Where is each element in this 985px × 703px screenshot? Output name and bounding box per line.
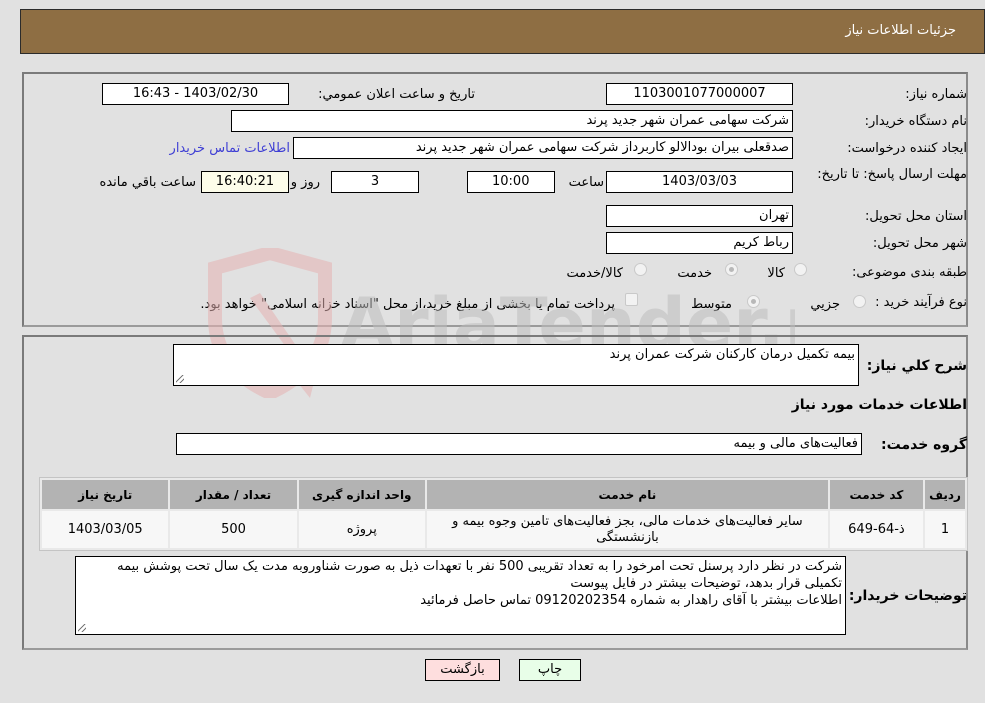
- page-header: جزئیات اطلاعات نیاز: [20, 9, 985, 54]
- cell-need-date: 1403/03/05: [42, 511, 169, 548]
- services-table: ردیف کد خدمت نام خدمت واحد اندازه گیری ت…: [39, 477, 968, 551]
- need-number-label: شماره نیاز:: [905, 87, 967, 102]
- description-textarea[interactable]: بیمه تکمیل درمان کارکنان شرکت عمران پرند: [173, 344, 859, 386]
- service-group-field[interactable]: فعالیت‌های مالی و بیمه: [176, 433, 862, 455]
- cell-row-number: 1: [925, 511, 965, 548]
- treasury-checkbox[interactable]: [625, 293, 638, 306]
- cell-quantity: 500: [170, 511, 297, 548]
- requester-field[interactable]: صدقعلی بیران بودالالو کاربرداز شرکت سهام…: [293, 137, 793, 159]
- purchase-radio-medium[interactable]: [747, 295, 760, 308]
- resize-handle-icon[interactable]: [78, 624, 86, 632]
- buyer-contact-link[interactable]: اطلاعات تماس خریدار: [170, 141, 290, 156]
- announce-datetime-field[interactable]: 1403/02/30 - 16:43: [102, 83, 289, 105]
- remaining-time-field: 16:40:21: [201, 171, 289, 193]
- buyer-notes-textarea[interactable]: شرکت در نظر دارد پرسنل تحت امرخود را به …: [75, 556, 846, 635]
- category-option-goods-service: کالا/خدمت: [566, 266, 623, 281]
- requester-label: ایجاد کننده درخواست:: [847, 141, 967, 156]
- buyer-notes-line-2: اطلاعات بیشتر با آقای راهدار به شماره 09…: [420, 593, 842, 608]
- city-label: شهر محل تحویل:: [872, 236, 967, 251]
- table-header-row: ردیف کد خدمت نام خدمت واحد اندازه گیری ت…: [42, 480, 965, 509]
- purchase-option-medium: متوسط: [691, 297, 732, 312]
- services-heading: اطلاعات خدمات مورد نیاز: [791, 397, 967, 413]
- purchase-radio-minor[interactable]: [853, 295, 866, 308]
- deadline-label: مهلت ارسال پاسخ: تا تاریخ:: [817, 167, 967, 182]
- cell-service-name: سایر فعالیت‌های خدمات مالی، بجز فعالیت‌ه…: [426, 511, 828, 548]
- category-label: طبقه بندی موضوعی:: [851, 265, 967, 280]
- buyer-org-field[interactable]: شرکت سهامی عمران شهر جدید پرند: [231, 110, 793, 132]
- deadline-time-label: ساعت: [568, 175, 604, 190]
- page-title: جزئیات اطلاعات نیاز: [845, 23, 956, 38]
- resize-handle-icon[interactable]: [176, 375, 184, 383]
- col-unit: واحد اندازه گیری: [298, 480, 425, 509]
- category-option-service: خدمت: [677, 266, 712, 281]
- description-label: شرح كلي نياز:: [866, 358, 967, 374]
- buyer-org-label: نام دستگاه خریدار:: [864, 114, 967, 129]
- print-button[interactable]: چاپ: [519, 659, 581, 681]
- province-label: استان محل تحویل:: [865, 209, 967, 224]
- need-number-field[interactable]: 1103001077000007: [606, 83, 793, 105]
- city-field[interactable]: رباط کریم: [606, 232, 793, 254]
- col-service-name: نام خدمت: [426, 480, 828, 509]
- buyer-notes-label: توضیحات خریدار:: [848, 588, 967, 604]
- days-label: روز و: [290, 175, 320, 190]
- category-radio-service[interactable]: [725, 263, 738, 276]
- description-text: بیمه تکمیل درمان کارکنان شرکت عمران پرند: [609, 347, 855, 362]
- cell-service-code: ذ-64-649: [829, 511, 924, 548]
- remaining-days-field[interactable]: 3: [331, 171, 419, 193]
- purchase-option-minor: جزيي: [810, 297, 840, 312]
- back-button[interactable]: بازگشت: [425, 659, 500, 681]
- deadline-date-field[interactable]: 1403/03/03: [606, 171, 793, 193]
- buyer-notes-line-1: شرکت در نظر دارد پرسنل تحت امرخود را به …: [117, 559, 842, 591]
- purchase-type-label: نوع فرآیند خرید :: [875, 295, 967, 310]
- category-radio-goods[interactable]: [794, 263, 807, 276]
- announce-datetime-label: تاریخ و ساعت اعلان عمومي:: [318, 87, 475, 102]
- treasury-note: پرداخت تمام یا بخشی از مبلغ خرید،از محل …: [200, 297, 615, 312]
- service-group-label: گروه خدمت:: [881, 437, 967, 453]
- col-need-date: تاریخ نیاز: [42, 480, 169, 509]
- col-service-code: کد خدمت: [829, 480, 924, 509]
- category-option-goods: کالا: [767, 266, 785, 281]
- table-row: 1 ذ-64-649 سایر فعالیت‌های خدمات مالی، ب…: [42, 511, 965, 548]
- deadline-time-field[interactable]: 10:00: [467, 171, 555, 193]
- col-quantity: تعداد / مقدار: [170, 480, 297, 509]
- category-radio-goods-service[interactable]: [634, 263, 647, 276]
- col-row-number: ردیف: [925, 480, 965, 509]
- cell-unit: پروژه: [298, 511, 425, 548]
- province-field[interactable]: تهران: [606, 205, 793, 227]
- remaining-time-label: ساعت باقي مانده: [99, 175, 196, 190]
